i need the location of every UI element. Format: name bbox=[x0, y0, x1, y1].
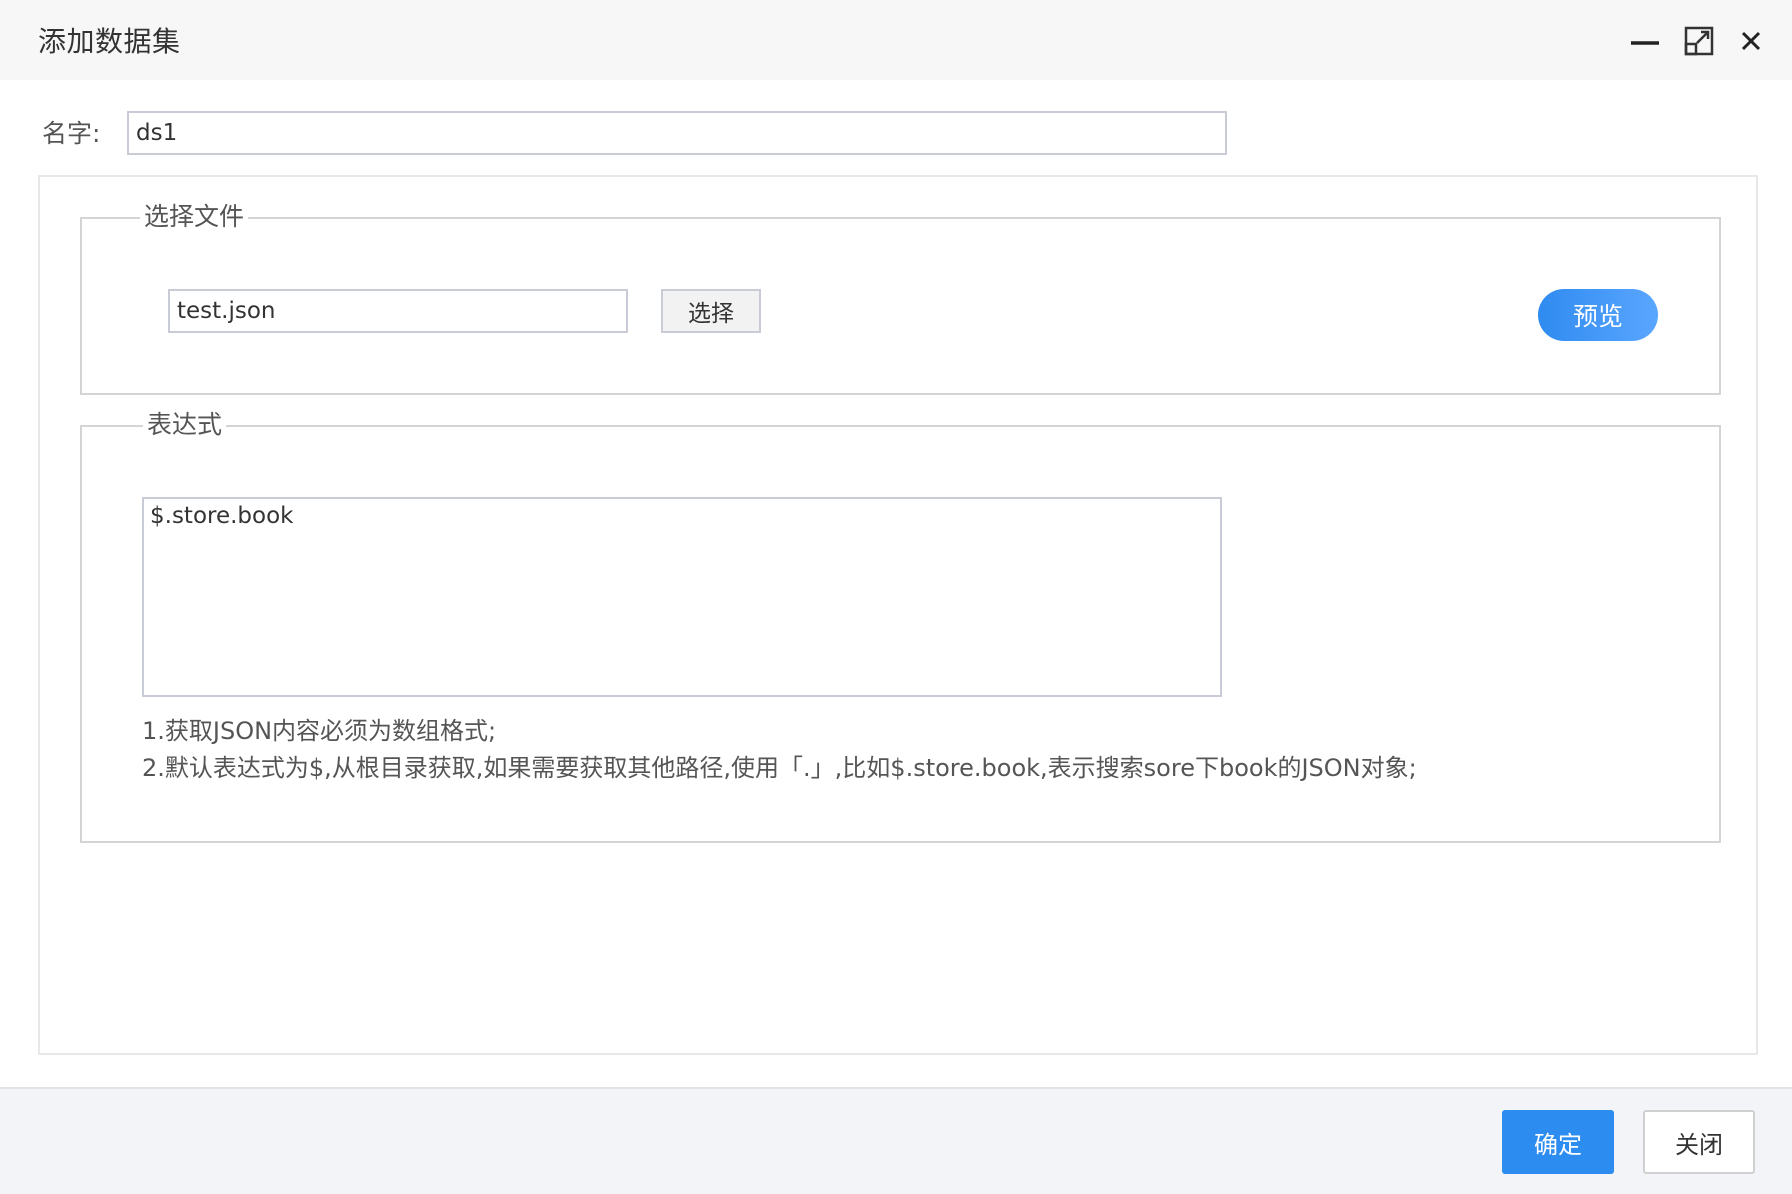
expression-fieldset-legend: 表达式 bbox=[143, 408, 227, 442]
file-path-input[interactable] bbox=[168, 289, 628, 333]
choose-file-button[interactable]: 选择 bbox=[661, 289, 761, 333]
name-input[interactable] bbox=[127, 111, 1227, 155]
close-button[interactable]: 关闭 bbox=[1643, 1110, 1755, 1174]
maximize-icon bbox=[1684, 26, 1714, 56]
close-window-button[interactable] bbox=[1734, 24, 1768, 58]
dialog-titlebar: 添加数据集 bbox=[0, 0, 1792, 80]
expression-textarea[interactable]: $.store.book bbox=[142, 497, 1222, 697]
minimize-icon bbox=[1631, 41, 1659, 45]
minimize-button[interactable] bbox=[1628, 24, 1662, 58]
maximize-button[interactable] bbox=[1682, 24, 1716, 58]
close-icon bbox=[1741, 31, 1761, 51]
expression-hint-2: 2.默认表达式为$,从根目录获取,如果需要获取其他路径,使用「.」,比如$.st… bbox=[142, 754, 1417, 782]
dialog-title: 添加数据集 bbox=[38, 25, 181, 58]
name-label: 名字: bbox=[42, 119, 101, 148]
file-fieldset-legend: 选择文件 bbox=[140, 200, 249, 234]
confirm-button[interactable]: 确定 bbox=[1502, 1110, 1614, 1174]
expression-hint-1: 1.获取JSON内容必须为数组格式; bbox=[142, 717, 497, 745]
preview-button[interactable]: 预览 bbox=[1538, 289, 1658, 341]
